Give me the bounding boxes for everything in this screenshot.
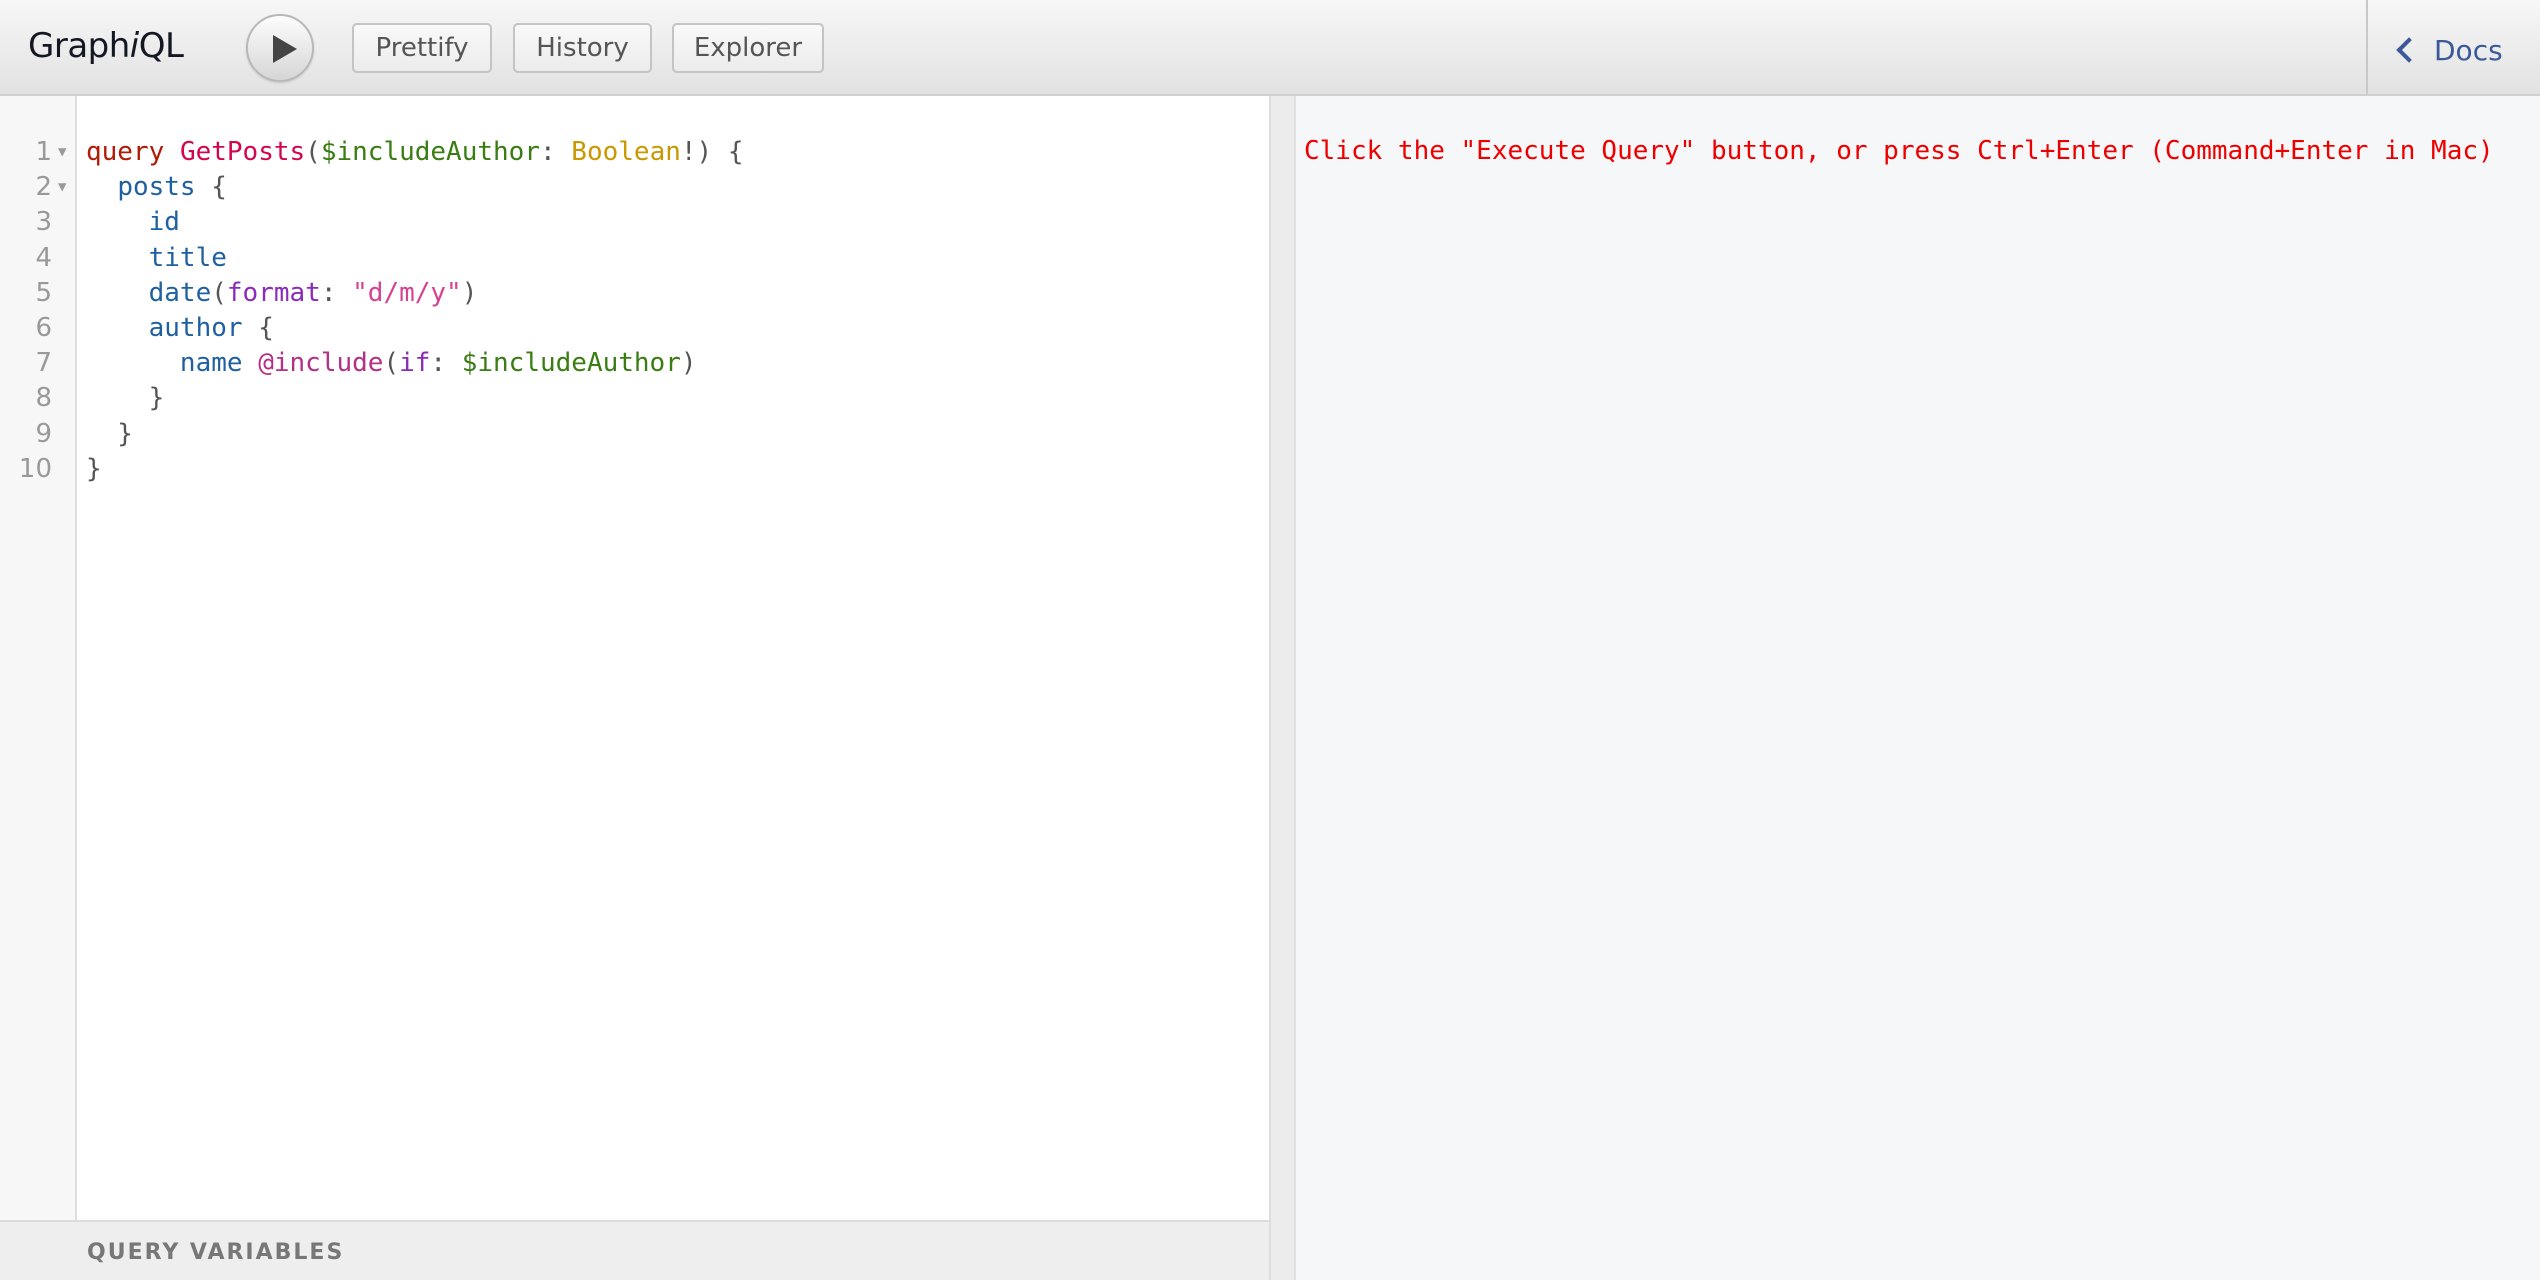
code-token: Boolean [571,137,681,167]
code-token: { [195,172,227,203]
code-token: } [86,453,102,484]
code-line[interactable]: 1 ▼ query GetPosts($includeAuthor: Boolean… [0,135,1269,170]
code-text: id [86,205,180,240]
line-number: 7 [35,348,52,379]
code-token: name [179,348,243,379]
docs-divider [2366,0,2368,94]
code-token: } [86,383,165,414]
fold-arrow-icon[interactable]: ▼ [58,135,66,170]
app-title-prefix: Graph [28,26,130,66]
code-token: $includeAuthor [461,348,681,379]
code-line[interactable]: 7 name @include(if: $includeAuthor) [0,346,1269,381]
code-token: @include [258,348,384,379]
docs-label: Docs [2434,33,2503,67]
code-line[interactable]: 6 author { [0,311,1269,346]
code-text: name @include(if: $includeAuthor) [86,346,697,381]
app-title: GraphiQL [28,26,184,66]
history-button[interactable]: History [513,23,652,73]
code-token: title [148,242,227,273]
docs-button[interactable]: Docs [2394,28,2503,72]
code-text: title [86,241,227,276]
code-line[interactable]: 8 } [0,381,1269,416]
code-token: GetPosts [179,137,306,167]
play-icon [273,35,297,63]
result-placeholder-message: Click the "Execute Query" button, or pre… [1304,136,2494,166]
code-token: date [148,277,212,308]
toolbar: GraphiQL Prettify History Explorer Docs [0,0,2540,96]
code-text: } [86,381,165,416]
code-token: ) [461,277,478,308]
query-editor[interactable]: 1 ▼ query GetPosts($includeAuthor: Boolean… [0,96,1269,1220]
code-text: date(format: "d/m/y") [86,276,478,311]
pane-resize-handle[interactable] [1269,96,1296,1280]
code-token: : [320,277,353,308]
code-token: if [399,348,431,379]
code-token: ( [211,277,227,308]
query-code[interactable]: 1 ▼ query GetPosts($includeAuthor: Boolean… [0,135,1269,487]
line-number: 2 [35,172,52,203]
line-number: 10 [18,453,52,484]
code-line[interactable]: 4 title [0,241,1269,276]
chevron-left-icon [2396,37,2422,63]
query-variables-label: QUERY VARIABLES [87,1240,345,1265]
code-line[interactable]: 10} [0,452,1269,487]
code-line[interactable]: 2 ▼ posts { [0,170,1269,205]
line-number: 8 [35,383,52,414]
app-title-italic: i [129,26,139,66]
code-text: posts { [86,170,227,205]
query-variables-toggle[interactable]: QUERY VARIABLES [0,1220,1269,1280]
code-token: posts [117,172,196,203]
line-number: 5 [35,277,52,308]
code-token: : [539,137,572,167]
line-number: 3 [35,207,52,238]
code-token: { [242,312,274,343]
code-token: query [86,137,165,167]
code-text: query GetPosts($includeAuthor: Boolean!)… [86,135,744,170]
fold-arrow-icon[interactable]: ▼ [58,170,66,205]
code-token: $includeAuthor [320,137,540,167]
code-line[interactable]: 5 date(format: "d/m/y") [0,276,1269,311]
prettify-button[interactable]: Prettify [352,23,492,73]
code-text: } [86,452,102,487]
code-token: } [86,418,133,449]
execute-query-button[interactable] [246,14,314,82]
line-number: 6 [35,312,52,343]
code-token: ) [680,348,697,379]
code-token: : [430,348,462,379]
explorer-button[interactable]: Explorer [672,23,824,73]
line-number: 9 [35,418,52,449]
code-text: } [86,417,133,452]
code-token: format [226,277,321,308]
code-token: "d/m/y" [352,277,462,308]
line-number: 1 [35,137,52,167]
code-token: ( [383,348,400,379]
result-pane: Click the "Execute Query" button, or pre… [1296,96,2540,1280]
app-title-suffix: QL [138,26,184,66]
code-line[interactable]: 9 } [0,417,1269,452]
code-token: ( [305,137,321,167]
code-token: id [148,207,180,238]
code-token: author [148,312,243,343]
code-text: author { [86,311,274,346]
code-token: !) { [680,137,744,167]
code-line[interactable]: 3 id [0,205,1269,240]
line-number: 4 [35,242,52,273]
